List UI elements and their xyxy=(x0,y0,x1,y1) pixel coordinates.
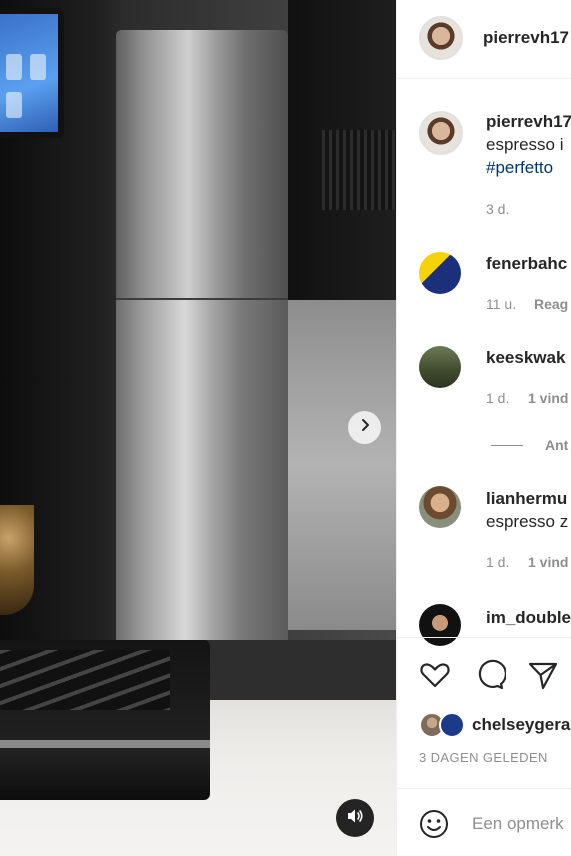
machine-base xyxy=(200,640,396,700)
drip-tray-rim xyxy=(0,740,210,748)
comment-text: espresso z xyxy=(486,512,569,531)
speaker-icon xyxy=(346,808,364,829)
comment-avatar[interactable] xyxy=(419,346,461,388)
drip-tray-grate xyxy=(0,650,170,710)
caption-username[interactable]: pierrevh17 xyxy=(486,112,571,132)
owner-avatar[interactable] xyxy=(419,16,463,60)
comment-username[interactable]: keeskwak xyxy=(486,348,565,368)
espresso-cup xyxy=(0,505,34,615)
comment-reply-link[interactable]: Reag xyxy=(534,296,568,312)
machine-grill xyxy=(322,130,396,210)
milk-container-lid xyxy=(116,30,288,300)
comment-timestamp[interactable]: 1 d. xyxy=(486,554,509,570)
caption-text: espresso i xyxy=(486,135,564,154)
add-comment-bar xyxy=(397,788,571,856)
liker-username[interactable]: chelseygera xyxy=(472,715,570,735)
next-media-button[interactable] xyxy=(348,411,381,444)
owner-username[interactable]: pierrevh17 xyxy=(483,28,569,48)
comment-likes-link[interactable]: 1 vind xyxy=(528,554,568,570)
comment-timestamp[interactable]: 11 u. xyxy=(486,296,516,312)
post-date[interactable]: 3 DAGEN GELEDEN xyxy=(419,750,548,765)
machine-display xyxy=(0,8,64,138)
replies-divider xyxy=(491,445,523,446)
audio-toggle-button[interactable] xyxy=(336,799,374,837)
comment-avatar[interactable] xyxy=(419,252,461,294)
heart-icon[interactable] xyxy=(418,658,452,692)
caption-hashtag[interactable]: #perfetto xyxy=(486,158,553,178)
post-header: pierrevh17 xyxy=(397,0,571,79)
comment-username[interactable]: im_double xyxy=(486,608,571,628)
view-replies-toggle[interactable]: Ant xyxy=(545,437,568,453)
post-media[interactable] xyxy=(0,0,396,856)
comment-username[interactable]: lianhermu xyxy=(486,489,567,509)
chevron-right-icon xyxy=(358,418,372,437)
caption-avatar[interactable] xyxy=(419,111,463,155)
liker-avatar[interactable] xyxy=(439,712,465,738)
post-side-panel: pierrevh17 pierrevh17 espresso i #perfet… xyxy=(396,0,571,856)
comment-likes-link[interactable]: 1 vind xyxy=(528,390,568,406)
smiley-icon[interactable] xyxy=(418,808,450,840)
comment-timestamp[interactable]: 1 d. xyxy=(486,390,509,406)
comment-bubble-icon[interactable] xyxy=(472,658,507,692)
comment-avatar[interactable] xyxy=(419,486,461,528)
caption-timestamp[interactable]: 3 d. xyxy=(486,201,509,217)
paper-plane-icon[interactable] xyxy=(526,658,560,692)
comment-username[interactable]: fenerbahc xyxy=(486,254,567,274)
comment-input[interactable] xyxy=(472,811,571,837)
machine-side-glass xyxy=(288,300,396,630)
